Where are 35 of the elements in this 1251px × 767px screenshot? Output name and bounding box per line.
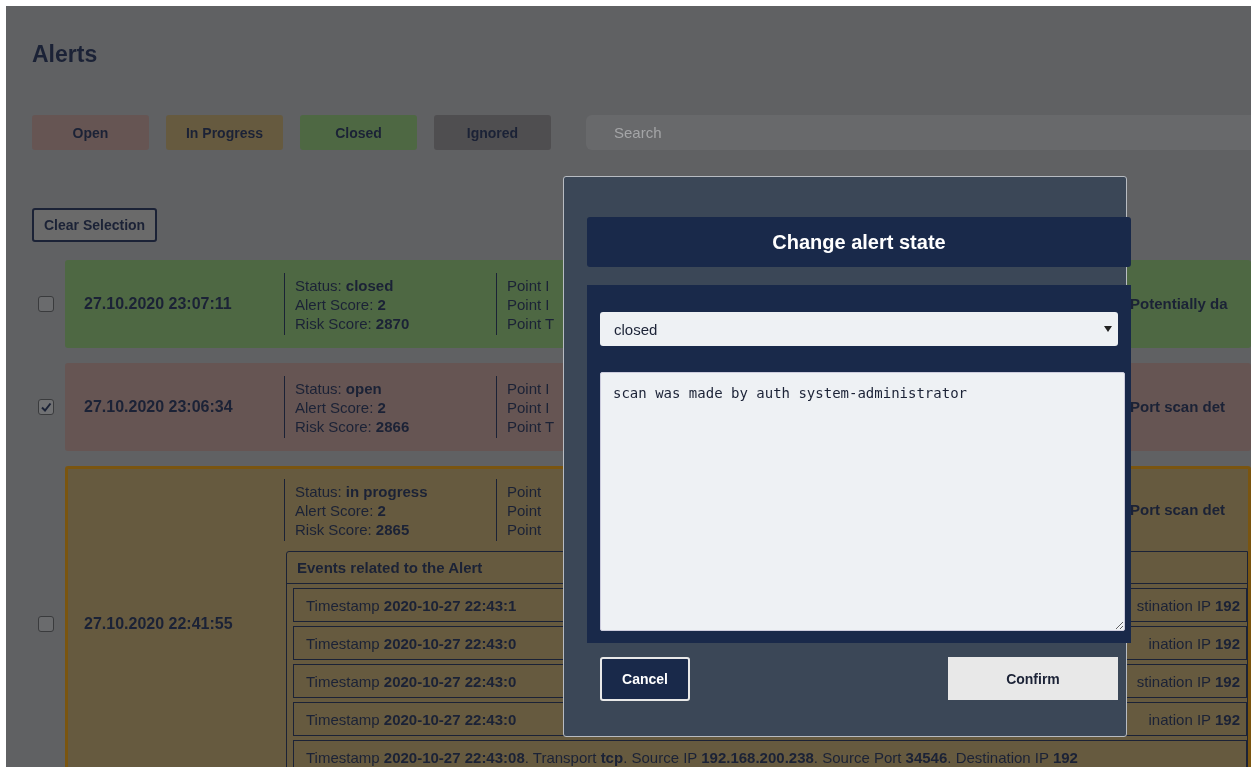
event-text: Timestamp 2020-10-27 22:43:08. Transport tcp. Source IP 192.168.200.238. Source Port 34546. Destination IP 192 (306, 748, 1078, 766)
alert-info: Risk Score: 2866 (295, 416, 410, 436)
point-info: Point T (507, 313, 555, 333)
alert-info: Status: open (295, 378, 382, 398)
event-text: Timestamp 2020-10-27 22:43:0 (306, 710, 517, 728)
event-text: ination IP 192 (1148, 634, 1240, 652)
alert-info: Status: closed (295, 275, 394, 295)
alert-info: Alert Score: 2 (295, 294, 386, 314)
alert-info: Status: in progress (295, 481, 428, 501)
event-text: Timestamp 2020-10-27 22:43:0 (306, 634, 517, 652)
point-info: Point I (507, 275, 550, 295)
alert-info: Alert Score: 2 (295, 500, 386, 520)
point-info: Point (507, 500, 542, 520)
alert-title: Port scan det (1130, 398, 1226, 415)
alert-info: Alert Score: 2 (295, 397, 386, 417)
event-text: ination IP 192 (1148, 710, 1240, 728)
point-info: Point I (507, 294, 550, 314)
event-text: Timestamp 2020-10-27 22:43:1 (306, 596, 517, 614)
alert-time: 27.10.2020 23:07:11 (83, 295, 233, 313)
point-info: Point T (507, 416, 555, 436)
point-info: Point (507, 481, 542, 501)
event-text: stination IP 192 (1136, 596, 1240, 614)
alert-info: Risk Score: 2865 (295, 519, 410, 539)
alert-title: Potentially da (1130, 295, 1228, 312)
event-text: Timestamp 2020-10-27 22:43:0 (306, 672, 517, 690)
point-info: Point (507, 519, 542, 539)
point-info: Point I (507, 378, 550, 398)
page-title: Alerts (31, 40, 98, 68)
alert-time: 27.10.2020 22:41:55 (83, 615, 234, 633)
point-info: Point I (507, 397, 550, 417)
modal-title: Change alert state (587, 217, 1131, 267)
alert-info: Risk Score: 2870 (295, 313, 410, 333)
alert-time: 27.10.2020 23:06:34 (83, 398, 234, 416)
event-text: stination IP 192 (1136, 672, 1240, 690)
alert-title: Port scan det (1130, 501, 1226, 518)
